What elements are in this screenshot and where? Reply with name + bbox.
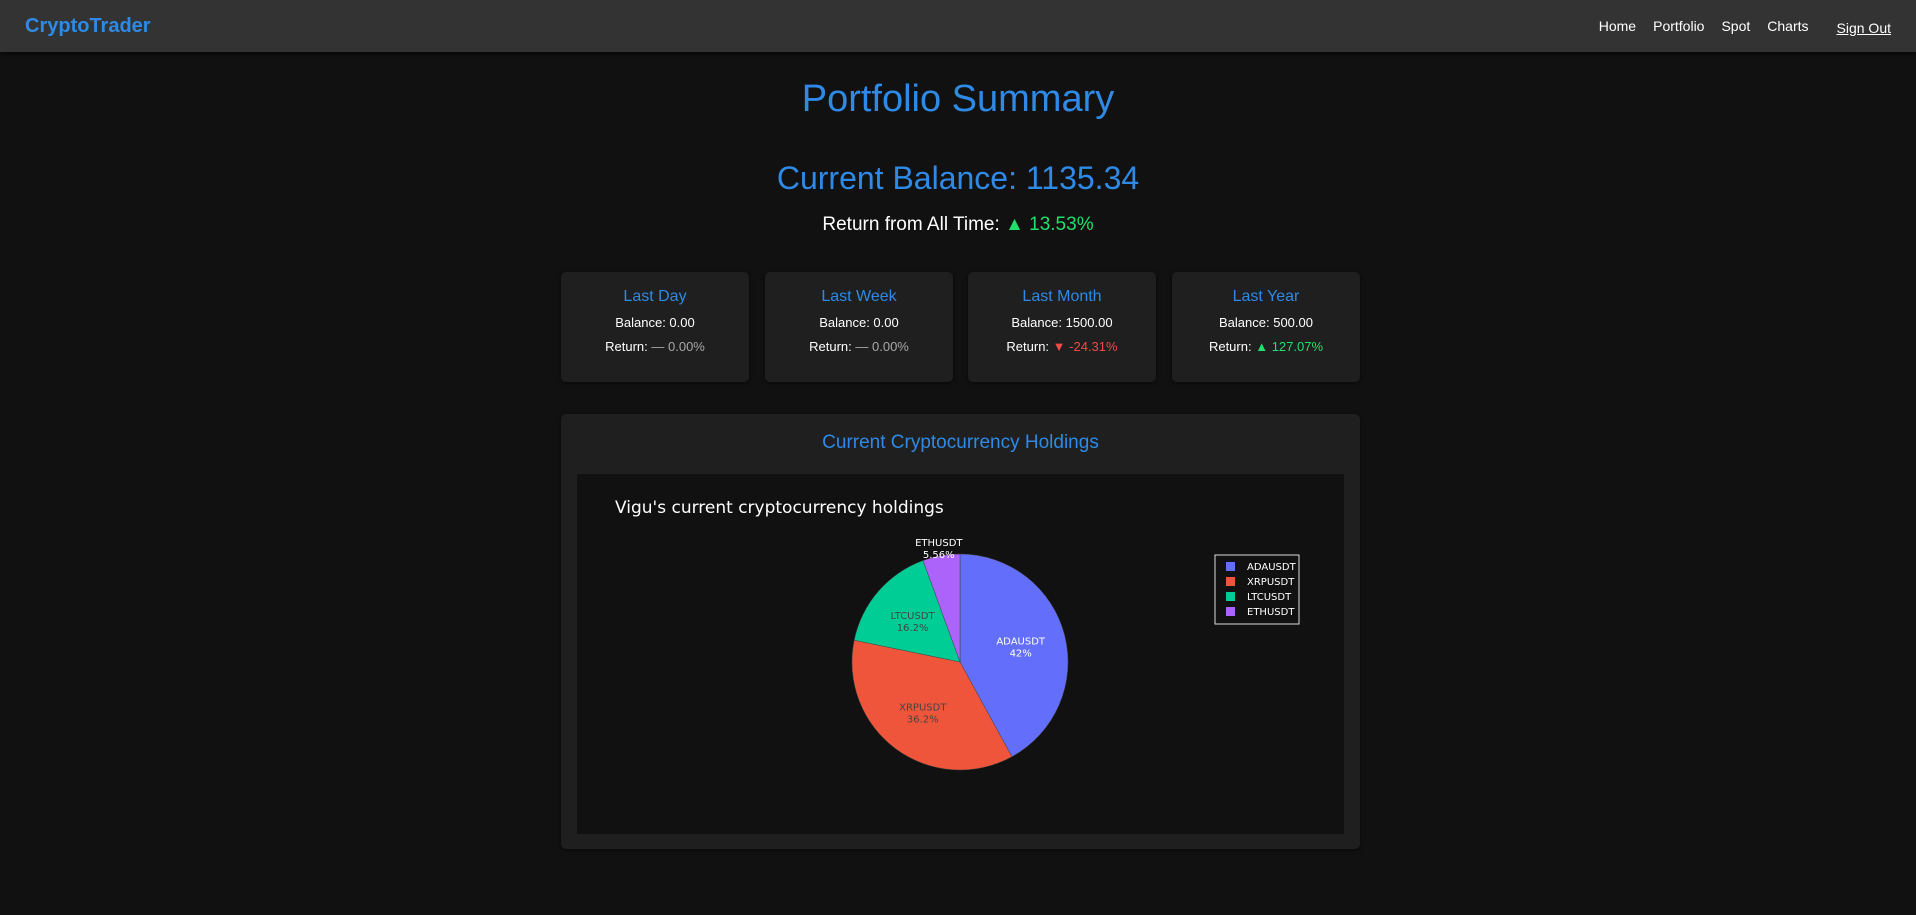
nav-charts-link[interactable]: Charts	[1767, 18, 1808, 34]
chart-legend[interactable]: ADAUSDT XRPUSDT LTCUSDT ETHUSDT	[1214, 554, 1300, 625]
all-time-return-value: ▲ 13.53%	[1005, 214, 1094, 235]
current-balance: Current Balance: 1135.34	[776, 160, 1140, 196]
card-return-label: Return:	[1208, 339, 1252, 354]
holdings-pie-chart[interactable]: Vigu's current cryptocurrency holdings A…	[577, 474, 1344, 834]
brand-logo[interactable]: CryptoTrader	[25, 15, 151, 38]
card-return-value: ▼ -24.31%	[1052, 339, 1118, 354]
card-balance: Balance: 1500.00	[1011, 315, 1113, 330]
holdings-panel: Current Cryptocurrency Holdings Vigu's c…	[561, 414, 1360, 849]
legend-swatch-ethusdt[interactable]	[1226, 607, 1235, 616]
slice-percent: 42%	[1010, 648, 1032, 659]
legend-swatch-ltcusdt[interactable]	[1226, 592, 1235, 601]
card-return-label: Return:	[1006, 339, 1050, 354]
card-return: Return: ▲ 127.07%	[1172, 339, 1360, 354]
chart-title: Vigu's current cryptocurrency holdings	[615, 498, 944, 518]
legend-label-xrpusdt[interactable]: XRPUSDT	[1247, 577, 1295, 588]
card-return: Return: ▼ -24.31%	[968, 339, 1156, 354]
pie-slices	[851, 553, 1069, 771]
period-cards: Last Day Balance: 0.00 Return: — 0.00% L…	[561, 272, 1360, 382]
legend-swatch-xrpusdt[interactable]	[1226, 577, 1235, 586]
sign-out-link[interactable]: Sign Out	[1837, 20, 1891, 36]
card-return: Return: — 0.00%	[765, 339, 953, 354]
card-last-day: Last Day Balance: 0.00 Return: — 0.00%	[561, 272, 749, 382]
all-time-return-label: Return from All Time:	[822, 214, 1000, 235]
nav-home-link[interactable]: Home	[1599, 18, 1636, 34]
card-return-value: — 0.00%	[855, 339, 909, 354]
card-balance: Balance: 0.00	[819, 315, 899, 330]
card-return-label: Return:	[809, 339, 852, 354]
card-return-value: ▲ 127.07%	[1255, 339, 1324, 354]
card-title: Last Day	[623, 288, 687, 305]
holdings-title: Current Cryptocurrency Holdings	[822, 432, 1099, 453]
card-return-label: Return:	[605, 339, 648, 354]
slice-label: XRPUSDT	[899, 702, 947, 713]
slice-label: ADAUSDT	[996, 636, 1046, 647]
legend-label-ethusdt[interactable]: ETHUSDT	[1247, 607, 1295, 618]
slice-percent: 16.2%	[897, 623, 929, 634]
slice-label: ETHUSDT	[915, 538, 963, 549]
card-return: Return: — 0.00%	[561, 339, 749, 354]
card-title: Last Month	[1022, 288, 1102, 305]
nav-portfolio-link[interactable]: Portfolio	[1653, 18, 1704, 34]
card-last-week: Last Week Balance: 0.00 Return: — 0.00%	[765, 272, 953, 382]
legend-swatch-adausdt[interactable]	[1226, 562, 1235, 571]
navbar: CryptoTrader Home Portfolio Spot Charts …	[0, 0, 1916, 52]
legend-label-adausdt[interactable]: ADAUSDT	[1247, 562, 1297, 573]
page-title: Portfolio Summary	[801, 78, 1115, 120]
card-return-value: — 0.00%	[651, 339, 705, 354]
card-title: Last Week	[821, 288, 897, 305]
slice-label: LTCUSDT	[890, 611, 935, 622]
card-balance: Balance: 0.00	[615, 315, 695, 330]
slice-percent: 36.2%	[907, 714, 939, 725]
legend-label-ltcusdt[interactable]: LTCUSDT	[1247, 592, 1292, 603]
card-last-year: Last Year Balance: 500.00 Return: ▲ 127.…	[1172, 272, 1360, 382]
all-time-return: Return from All Time: ▲ 13.53%	[0, 214, 1916, 236]
nav-links: Home Portfolio Spot Charts Sign Out	[1582, 16, 1891, 36]
slice-percent: 5.56%	[923, 550, 955, 561]
card-title: Last Year	[1232, 288, 1300, 305]
nav-spot-link[interactable]: Spot	[1721, 18, 1750, 34]
pie-chart-svg: Vigu's current cryptocurrency holdings A…	[615, 498, 1300, 771]
card-balance: Balance: 500.00	[1219, 315, 1313, 330]
card-last-month: Last Month Balance: 1500.00 Return: ▼ -2…	[968, 272, 1156, 382]
